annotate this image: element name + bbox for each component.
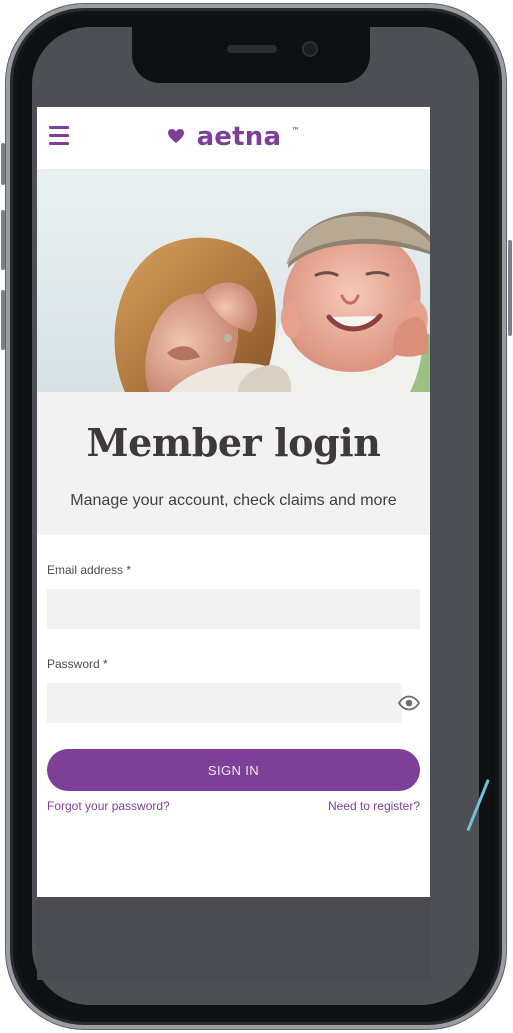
email-label: Email address * [47, 563, 132, 577]
phone-frame: aetna ™ Member login Manage your account… [6, 4, 506, 1029]
side-button [1, 290, 5, 350]
password-row [47, 683, 421, 723]
app-bottom-area [37, 897, 430, 980]
password-label: Password * [47, 657, 108, 671]
camera-icon [302, 41, 318, 57]
side-button [1, 210, 5, 270]
register-link[interactable]: Need to register? [328, 799, 420, 813]
page-subtitle: Manage your account, check claims and mo… [70, 492, 397, 509]
intro-panel: Member login Manage your account, check … [37, 392, 430, 535]
brand-trademark: ™ [291, 126, 300, 135]
hero-image [37, 169, 430, 392]
auth-links: Forgot your password? Need to register? [47, 799, 420, 821]
app-header: aetna ™ [37, 107, 430, 169]
password-field[interactable] [47, 683, 402, 723]
speaker-grille [227, 45, 277, 53]
phone-notch [132, 27, 370, 83]
brand-name: aetna [196, 122, 282, 152]
email-field[interactable] [47, 589, 420, 629]
sign-in-button[interactable]: SIGN IN [47, 749, 420, 791]
page-title: Member login [86, 420, 381, 465]
brand-logo: aetna ™ [37, 122, 430, 153]
side-button [508, 240, 512, 336]
eye-icon[interactable] [397, 692, 421, 714]
login-form: Email address * Password * SIGN IN Forgo… [37, 535, 430, 897]
forgot-password-link[interactable]: Forgot your password? [47, 799, 170, 813]
page-stage: aetna ™ Member login Manage your account… [0, 0, 513, 1033]
side-button [1, 143, 5, 185]
couple-kiss-photo [37, 169, 430, 392]
aetna-login-app: aetna ™ Member login Manage your account… [37, 107, 430, 897]
heart-icon [167, 121, 185, 151]
